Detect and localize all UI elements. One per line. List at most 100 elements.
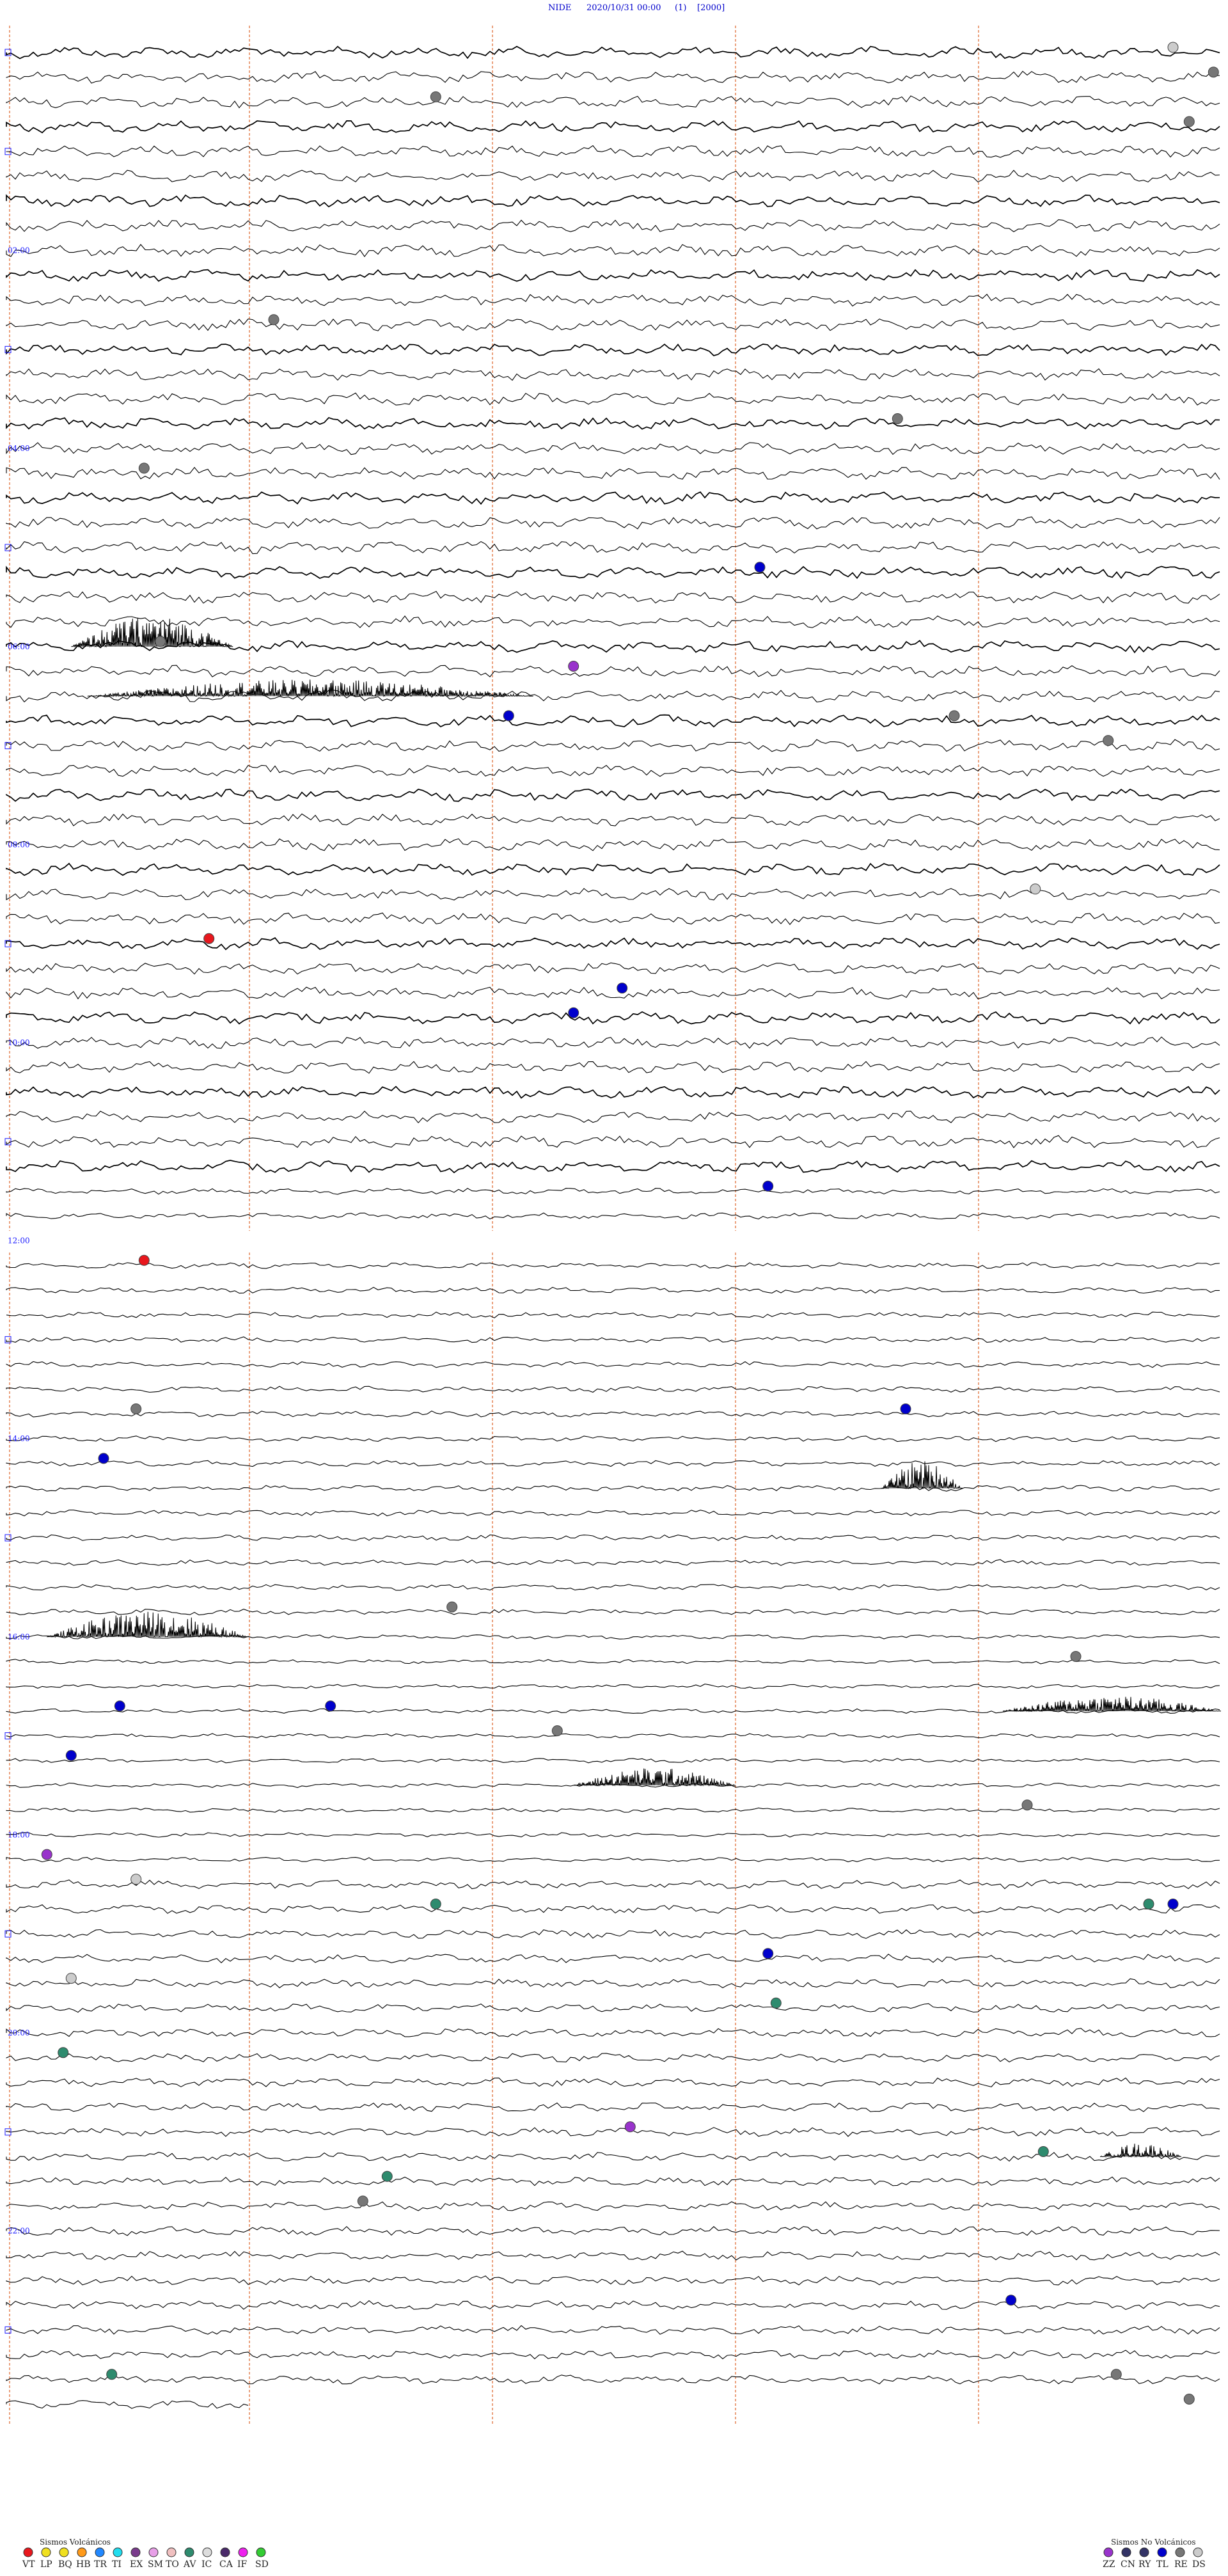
legend-code: BQ: [58, 2559, 72, 2570]
legend-code: EX: [130, 2559, 143, 2570]
event-marker-RE: [268, 314, 279, 326]
tremor-burst: [881, 1461, 963, 1490]
hour-label: 10:00: [8, 1038, 30, 1047]
legend-dot-SD: [256, 2547, 266, 2557]
trace-line: [6, 170, 1220, 183]
legend-dot-TO: [166, 2547, 177, 2557]
trace-line: [6, 962, 1220, 975]
hour-label: 06:00: [8, 642, 30, 651]
legend-dot-HB: [77, 2547, 87, 2557]
trace-line: [6, 1832, 1220, 1838]
legend-dot-AV: [184, 2547, 194, 2557]
legend-dot-TR: [95, 2547, 105, 2557]
hour-labels: 02:00 04:00 06:00 08:00 10:00 12:00 14:00 16:00…: [4, 49, 30, 2334]
trace-line: [6, 1110, 1220, 1124]
trace-line: [6, 1011, 1220, 1025]
event-marker-TL: [762, 1180, 774, 1192]
event-marker-TL: [114, 1700, 125, 1712]
legend-dot-RY: [1139, 2547, 1149, 2557]
trace-line: [6, 2053, 1220, 2063]
seismic-traces: [0, 45, 1228, 2409]
event-marker-AV: [1037, 2146, 1049, 2157]
trace-line: [6, 2325, 1220, 2335]
event-marker-RE: [551, 1725, 563, 1737]
legend-dot-CN: [1121, 2547, 1131, 2557]
trace-line: [6, 1036, 1220, 1049]
event-marker-AV: [58, 2047, 69, 2058]
trace-line: [6, 1286, 1220, 1294]
legend-code: AV: [183, 2559, 196, 2570]
hour-label: 12:00: [8, 1237, 30, 1245]
trace-line: [6, 690, 1220, 703]
trace-line: [6, 1188, 1220, 1195]
event-markers: [41, 42, 1219, 2405]
event-marker-DS: [1030, 883, 1041, 895]
trace-line: [6, 95, 1220, 109]
legend-volcanic: Sismos Volcánicos VT LP BQ HB TR TI EX SM TO AV IC…: [22, 2538, 269, 2570]
trace-line: [6, 986, 1220, 1000]
event-marker-RE: [357, 2195, 368, 2207]
legend-dot-EX: [130, 2547, 141, 2557]
event-marker-ZZ: [568, 661, 579, 672]
trace-line: [6, 739, 1220, 752]
trace-line: [6, 2275, 1220, 2286]
trace-line: [6, 2127, 1220, 2137]
trace-line: [6, 714, 1220, 728]
legend-dot-IC: [202, 2547, 212, 2557]
legend-code: TR: [94, 2559, 107, 2570]
trace-line: [6, 2350, 1220, 2360]
hour-label: 22:00: [8, 2227, 30, 2236]
header-scale: [2000]: [697, 3, 725, 13]
event-marker-TL: [617, 983, 628, 994]
tremor-burst: [47, 1611, 250, 1638]
trace-line: [6, 1534, 1220, 1542]
tremor-burst: [1003, 1696, 1222, 1712]
event-marker-RE: [430, 91, 441, 102]
event-marker-DS: [65, 1973, 77, 1984]
trace-line: [6, 1510, 1220, 1517]
trace-line: [6, 2201, 1220, 2211]
legend-code: TL: [1156, 2559, 1169, 2570]
legend-dot-TI: [113, 2547, 123, 2557]
trace-line: [6, 2077, 1220, 2088]
legend-volcanic-title: Sismos Volcánicos: [40, 2538, 111, 2547]
trace-line: [6, 1684, 1220, 1689]
trace-line: [6, 70, 1220, 84]
trace-line: [6, 565, 1220, 580]
trace-line: [6, 244, 1220, 258]
legend-nonvolcanic-title: Sismos No Volcánicos: [1111, 2538, 1196, 2547]
trace-line: [6, 1061, 1220, 1074]
hour-label: 02:00: [8, 246, 30, 255]
trace-line: [6, 368, 1220, 381]
legend-code: VT: [22, 2559, 35, 2570]
legend-code: RE: [1174, 2559, 1188, 2570]
legend-code: DS: [1192, 2559, 1206, 2570]
tremor-burst: [87, 679, 533, 698]
trace-line: [6, 194, 1220, 208]
trace-line: [6, 2300, 1220, 2311]
legend-dot-IF: [238, 2547, 248, 2557]
event-marker-RE: [1110, 2369, 1122, 2380]
event-marker-RE: [1183, 2394, 1195, 2405]
trace-line: [6, 665, 1220, 678]
trace-line: [6, 2400, 249, 2409]
event-marker-AV: [381, 2170, 393, 2182]
legend-code: CA: [219, 2559, 233, 2570]
trace-line: [6, 1954, 1220, 1964]
legend-code: ZZ: [1103, 2559, 1115, 2570]
legend-code: LP: [40, 2559, 52, 2570]
trace-line: [6, 1559, 1220, 1566]
trace-line: [6, 1485, 1220, 1492]
trace-line: [6, 45, 1220, 59]
trace-line: [6, 1929, 1220, 1939]
legend-dot-ZZ: [1103, 2547, 1114, 2557]
event-marker-VT: [203, 933, 215, 944]
trace-line: [6, 1410, 1220, 1418]
event-marker-RE: [446, 1601, 458, 1613]
event-marker-AV: [430, 1899, 441, 1909]
trace-line: [6, 862, 1220, 876]
event-marker-VT: [138, 1254, 150, 1266]
trace-line: [6, 466, 1220, 480]
minute-gridlines: [9, 26, 979, 2424]
legend-code: TI: [112, 2559, 122, 2570]
